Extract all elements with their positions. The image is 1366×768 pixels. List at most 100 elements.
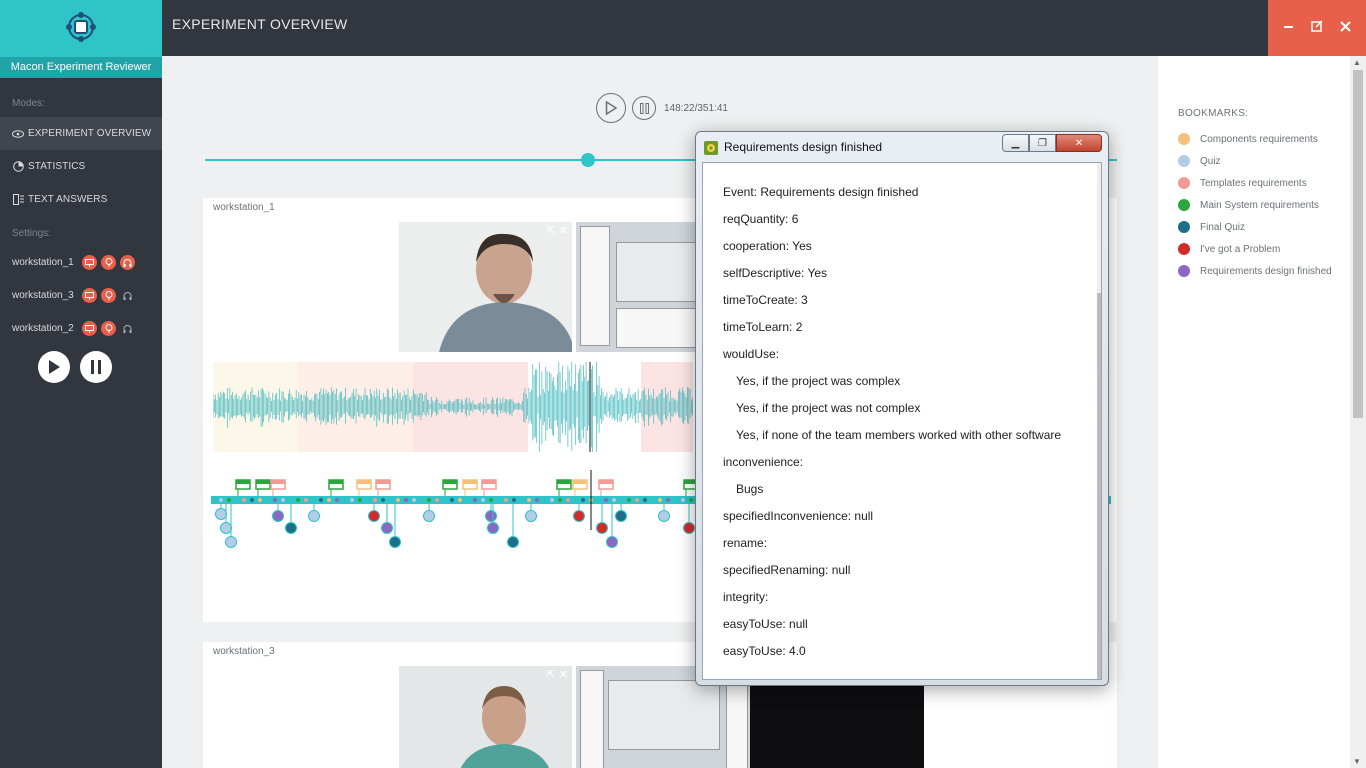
player-controls: 148:22/351:41 — [596, 93, 728, 123]
brand-name: Macon Experiment Reviewer — [0, 57, 162, 78]
bookmark-label: Requirements design finished — [1200, 265, 1332, 277]
screen-recording[interactable] — [576, 222, 698, 352]
nav-label: EXPERIMENT OVERVIEW — [28, 128, 152, 139]
dialog-line: timeToCreate: 3 — [723, 293, 808, 307]
bookmark-item[interactable]: Templates requirements — [1178, 172, 1332, 194]
page-title: EXPERIMENT OVERVIEW — [172, 16, 348, 32]
modes-heading: Modes: — [12, 98, 45, 109]
nav-label: TEXT ANSWERS — [28, 194, 108, 205]
nav-text-answers[interactable]: TEXT ANSWERS — [0, 183, 162, 216]
bookmark-label: Components requirements — [1200, 133, 1318, 145]
person-silhouette — [399, 222, 572, 352]
dialog-minimize-button[interactable]: ▁ — [1002, 134, 1029, 152]
window-controls — [1268, 0, 1366, 56]
maximize-icon[interactable] — [1311, 19, 1323, 37]
dialog-line: integrity: — [723, 590, 769, 604]
dialog-line: inconvenience: — [723, 455, 804, 469]
play-icon — [605, 101, 617, 115]
pie-chart-icon — [12, 161, 24, 173]
nav-label: STATISTICS — [28, 161, 86, 172]
scroll-up-icon[interactable]: ▲ — [1353, 58, 1361, 67]
dialog-close-button[interactable]: ✕ — [1056, 134, 1102, 152]
nav-experiment-overview[interactable]: EXPERIMENT OVERVIEW — [0, 117, 162, 150]
camera-toggle-icon[interactable] — [101, 288, 116, 303]
dialog-line: easyToUse: null — [723, 617, 808, 631]
popout-icon[interactable]: ⇱ ✕ — [547, 224, 569, 237]
seek-handle[interactable] — [581, 153, 596, 167]
dialog-line: Yes, if the project was not complex — [736, 401, 921, 415]
text-list-icon — [12, 194, 24, 206]
workstation-label: workstation_3 — [12, 290, 74, 301]
dialog-scrollbar[interactable] — [1097, 163, 1101, 679]
nav-statistics[interactable]: STATISTICS — [0, 150, 162, 183]
event-details-dialog: Requirements design finished ▁ ❐ ✕ Event… — [695, 131, 1109, 686]
minimize-icon: ▁ — [1011, 137, 1020, 149]
scroll-down-icon[interactable]: ▼ — [1353, 757, 1361, 766]
popout-icon[interactable]: ⇱ ✕ — [547, 668, 569, 681]
dialog-maximize-button[interactable]: ❐ — [1029, 134, 1056, 152]
bookmark-item[interactable]: Main System requirements — [1178, 194, 1332, 216]
dialog-line: rename: — [723, 536, 768, 550]
workstation-label: workstation_1 — [12, 257, 74, 268]
bookmark-label: I've got a Problem — [1200, 243, 1281, 255]
dialog-line: Event: Requirements design finished — [723, 185, 919, 199]
pause-button[interactable] — [632, 96, 656, 120]
dialog-line: Yes, if the project was complex — [736, 374, 901, 388]
dialog-line: Bugs — [736, 482, 764, 496]
workstation-setting-row: workstation_1 — [0, 246, 162, 279]
screen-toggle-icon[interactable] — [82, 255, 97, 270]
workstation-card-label: workstation_1 — [213, 202, 275, 213]
workstation-setting-row: workstation_3 — [0, 279, 162, 312]
headphones-toggle-icon[interactable] — [120, 288, 135, 303]
bookmark-label: Templates requirements — [1200, 177, 1307, 189]
settings-heading: Settings: — [12, 228, 51, 239]
sidebar: Macon Experiment Reviewer Modes: EXPERIM… — [0, 0, 162, 768]
topbar: EXPERIMENT OVERVIEW — [162, 0, 1268, 56]
restore-icon: ❐ — [1038, 137, 1047, 149]
bookmark-item[interactable]: Requirements design finished — [1178, 260, 1332, 282]
dialog-line: reqQuantity: 6 — [723, 212, 799, 226]
dialog-line: easyToUse: 4.0 — [723, 644, 806, 658]
app-icon — [704, 141, 718, 155]
bookmark-item[interactable]: I've got a Problem — [1178, 238, 1332, 260]
dialog-line: Yes, if none of the team members worked … — [736, 428, 1062, 442]
camera-toggle-icon[interactable] — [101, 255, 116, 270]
screen-toggle-icon[interactable] — [82, 288, 97, 303]
close-icon[interactable] — [1340, 19, 1352, 37]
dialog-content: Event: Requirements design finished reqQu… — [702, 162, 1102, 680]
minimize-icon[interactable] — [1283, 19, 1294, 37]
dialog-line: selfDescriptive: Yes — [723, 266, 828, 280]
play-icon — [49, 360, 60, 374]
workstation-card-label: workstation_3 — [213, 646, 275, 657]
close-icon: ✕ — [1074, 137, 1084, 149]
bookmark-item[interactable]: Quiz — [1178, 150, 1332, 172]
play-button[interactable] — [596, 93, 626, 123]
bookmark-color-dot — [1178, 199, 1190, 211]
page-scrollbar[interactable]: ▲ ▼ — [1350, 56, 1366, 768]
screen-toggle-icon[interactable] — [82, 321, 97, 336]
bookmark-item[interactable]: Final Quiz — [1178, 216, 1332, 238]
webcam-video[interactable]: ⇱ ✕ — [399, 222, 572, 352]
bookmark-item[interactable]: Components requirements — [1178, 128, 1332, 150]
headphones-toggle-icon[interactable] — [120, 321, 135, 336]
bookmarks-panel: BOOKMARKS: Components requirements Quiz Te… — [1158, 56, 1350, 768]
webcam-video[interactable]: ⇱ ✕ — [399, 666, 572, 768]
scroll-thumb[interactable] — [1353, 70, 1363, 418]
dialog-window-controls: ▁ ❐ ✕ — [1002, 134, 1102, 152]
workstation-setting-row: workstation_2 — [0, 312, 162, 345]
eye-icon — [12, 128, 24, 140]
bookmarks-list: Components requirements Quiz Templates req… — [1178, 128, 1332, 282]
bookmarks-heading: BOOKMARKS: — [1178, 108, 1249, 119]
audio-waveform — [213, 362, 693, 452]
dialog-line: cooperation: Yes — [723, 239, 812, 253]
brand-header: Macon Experiment Reviewer — [0, 0, 162, 78]
bookmark-color-dot — [1178, 221, 1190, 233]
sidebar-pause-button[interactable] — [80, 351, 112, 383]
bookmark-color-dot — [1178, 155, 1190, 167]
sidebar-play-button[interactable] — [38, 351, 70, 383]
bookmark-color-dot — [1178, 177, 1190, 189]
headphones-toggle-icon[interactable] — [120, 255, 135, 270]
playback-time: 148:22/351:41 — [664, 102, 728, 114]
bookmark-color-dot — [1178, 265, 1190, 277]
camera-toggle-icon[interactable] — [101, 321, 116, 336]
